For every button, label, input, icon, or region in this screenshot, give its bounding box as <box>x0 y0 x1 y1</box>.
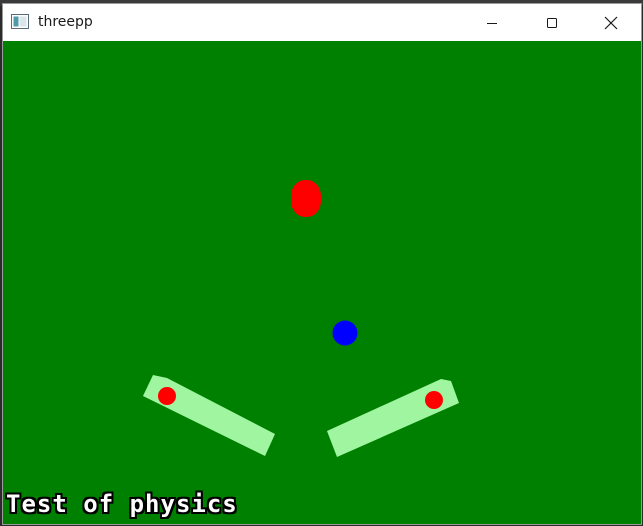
maximize-icon <box>547 17 557 28</box>
right-flipper-pivot <box>425 391 443 409</box>
minimize-icon <box>487 22 497 24</box>
maximize-button[interactable] <box>529 4 575 41</box>
window-title: threepp <box>38 14 93 30</box>
close-icon <box>604 16 618 29</box>
minimize-button[interactable] <box>469 4 515 41</box>
game-canvas[interactable]: Test of physics <box>3 41 641 524</box>
red-capsule <box>291 180 321 217</box>
blue-ball <box>332 320 358 346</box>
left-flipper-pivot <box>158 387 176 405</box>
physics-scene[interactable] <box>3 41 641 524</box>
title-bar[interactable]: threepp <box>3 4 641 41</box>
close-button[interactable] <box>588 4 634 41</box>
scene-background <box>3 41 641 524</box>
hud-label: Test of physics <box>6 490 238 518</box>
app-window: threepp Test of physics <box>3 4 641 524</box>
app-window-icon <box>11 14 29 29</box>
